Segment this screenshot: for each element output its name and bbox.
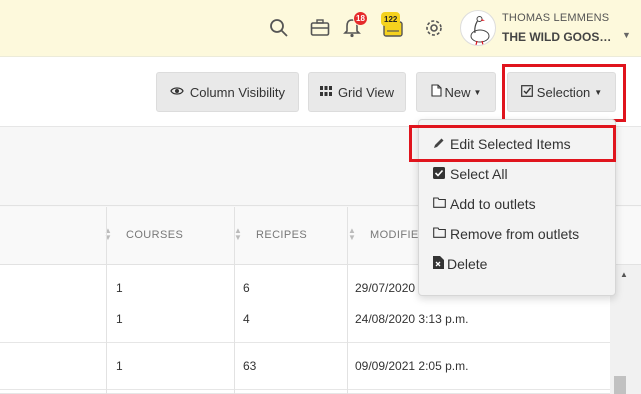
- messages-badge: 122: [381, 12, 401, 26]
- table-row[interactable]: 1 4 24/08/2020 3:13 p.m.: [0, 296, 610, 343]
- menu-item-add-to-outlets[interactable]: Add to outlets: [433, 196, 536, 212]
- scrollbar-thumb[interactable]: [614, 376, 626, 394]
- caret-down-icon: ▼: [473, 87, 482, 97]
- sort-icon[interactable]: ▲ ▼: [234, 227, 242, 242]
- column-divider: [347, 207, 348, 394]
- folder-icon: [433, 227, 446, 241]
- column-header-courses[interactable]: COURSES: [126, 229, 183, 241]
- inbox-icon[interactable]: 122: [381, 12, 405, 40]
- table-row[interactable]: [0, 390, 610, 394]
- menu-item-delete[interactable]: Delete: [433, 256, 487, 272]
- gear-icon[interactable]: [422, 16, 446, 40]
- caret-down-icon[interactable]: ▼: [622, 30, 631, 40]
- column-divider: [106, 207, 107, 394]
- grid-view-label: Grid View: [337, 84, 395, 100]
- recipes-cell: 4: [243, 312, 250, 326]
- briefcase-icon[interactable]: [308, 16, 332, 40]
- grid-icon: [319, 85, 332, 99]
- organization-name[interactable]: THE WILD GOOS…: [502, 30, 611, 44]
- new-label: New: [444, 84, 471, 100]
- menu-item-label: Delete: [447, 256, 488, 272]
- sort-icon[interactable]: ▲ ▼: [348, 227, 356, 242]
- modified-cell: 09/09/2021 2:05 p.m.: [355, 359, 469, 373]
- scroll-up-icon[interactable]: ▲: [620, 270, 628, 279]
- courses-cell: 1: [116, 312, 123, 326]
- top-header: 18 122 THOMAS LEMMENS THE WILD GOOS… ▼: [0, 0, 641, 57]
- column-header-recipes[interactable]: RECIPES: [256, 229, 307, 241]
- avatar[interactable]: [460, 10, 496, 46]
- folder-icon: [433, 197, 446, 211]
- file-icon: [430, 84, 442, 100]
- new-button[interactable]: New ▼: [416, 72, 496, 112]
- recipes-cell: 63: [243, 359, 257, 373]
- bell-icon[interactable]: 18: [340, 11, 368, 40]
- modified-cell: 24/08/2020 3:13 p.m.: [355, 312, 469, 326]
- column-visibility-button[interactable]: Column Visibility: [156, 72, 299, 112]
- selection-highlight: [502, 64, 626, 122]
- grid-view-button[interactable]: Grid View: [308, 72, 406, 112]
- recipes-cell: 6: [243, 281, 250, 295]
- column-divider: [234, 207, 235, 394]
- eye-icon: [170, 85, 184, 99]
- menu-item-label: Remove from outlets: [450, 226, 580, 242]
- menu-item-label: Select All: [450, 166, 508, 182]
- courses-cell: 1: [116, 281, 123, 295]
- user-name[interactable]: THOMAS LEMMENS: [502, 12, 609, 24]
- menu-item-remove-from-outlets[interactable]: Remove from outlets: [433, 226, 579, 242]
- table-row[interactable]: 1 63 09/09/2021 2:05 p.m.: [0, 343, 610, 390]
- modified-cell: 29/07/2020: [355, 281, 416, 295]
- file-delete-icon: [433, 256, 446, 272]
- menu-item-select-all[interactable]: Select All: [433, 166, 508, 182]
- column-visibility-label: Column Visibility: [189, 84, 286, 100]
- courses-cell: 1: [116, 359, 123, 373]
- search-icon[interactable]: [267, 16, 291, 40]
- menu-item-label: Add to outlets: [450, 196, 536, 212]
- edit-selected-highlight: [409, 125, 616, 162]
- notification-badge: 18: [353, 11, 368, 26]
- checked-box-icon: [433, 166, 446, 182]
